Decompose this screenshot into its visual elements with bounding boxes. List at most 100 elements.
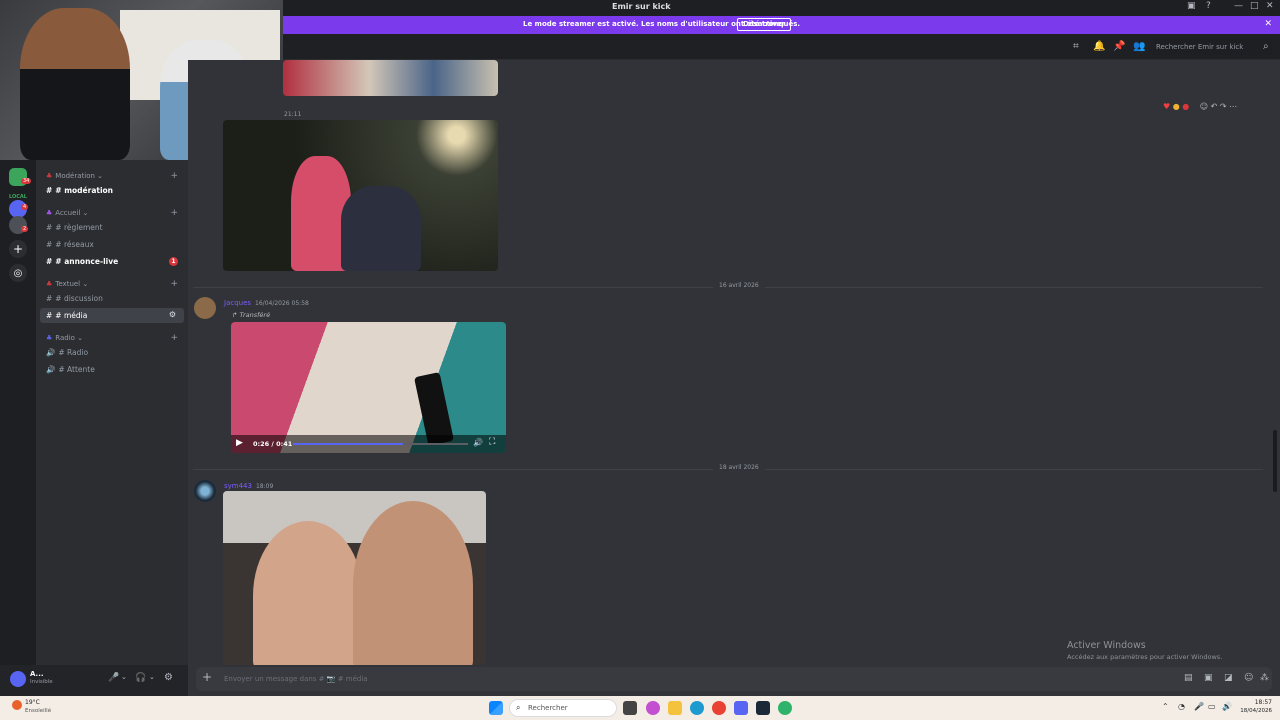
- steam-icon[interactable]: [756, 701, 770, 715]
- forwarded-label: ↱ Transféré: [232, 311, 271, 319]
- member-list-icon[interactable]: 👥: [1133, 41, 1145, 52]
- add-channel-icon[interactable]: +: [170, 171, 178, 181]
- unread-badge: 1: [169, 257, 178, 266]
- minimize-button[interactable]: —: [1234, 1, 1243, 11]
- copilot-icon[interactable]: [646, 701, 660, 715]
- help-icon[interactable]: ?: [1206, 1, 1211, 11]
- media-image-bottom[interactable]: [223, 491, 486, 665]
- channel-moderation[interactable]: # # modération: [40, 183, 184, 198]
- category-radio[interactable]: ♣ Radio ⌄: [46, 334, 83, 342]
- add-channel-icon[interactable]: +: [170, 279, 178, 289]
- attach-plus-icon[interactable]: +: [202, 670, 212, 684]
- person-in-dark: [341, 186, 421, 271]
- more-options-icon[interactable]: ⋯: [1229, 102, 1237, 111]
- headphones-icon[interactable]: 🎧: [135, 673, 146, 683]
- server-icon-active[interactable]: 34: [9, 168, 32, 186]
- message-author[interactable]: sym443 18:09: [224, 482, 273, 490]
- emoji-reaction-icon[interactable]: ●: [1173, 102, 1180, 111]
- avatar[interactable]: [194, 297, 216, 319]
- maximize-button[interactable]: □: [1250, 1, 1259, 11]
- start-icon[interactable]: [489, 701, 503, 715]
- discord-icon[interactable]: [734, 701, 748, 715]
- add-server-icon[interactable]: +: [9, 240, 27, 258]
- channel-reglement[interactable]: # # règlement: [40, 220, 184, 235]
- inbox-icon[interactable]: ▣: [1187, 1, 1196, 11]
- category-textuel[interactable]: ♣ Textuel ⌄: [46, 280, 88, 288]
- apps-icon[interactable]: ⁂: [1260, 673, 1269, 683]
- clock-time[interactable]: 18:57: [1240, 699, 1272, 706]
- channel-media[interactable]: # # média ⚙: [40, 308, 184, 323]
- media-image-top[interactable]: [283, 60, 498, 96]
- video-player[interactable]: ▶ 0:26 / 0:41 🔊 ⛶: [231, 322, 506, 453]
- channel-attente[interactable]: 🔊 # Attente: [40, 362, 184, 377]
- channel-radio[interactable]: 🔊 # Radio: [40, 345, 184, 360]
- explore-icon[interactable]: ◎: [9, 264, 27, 282]
- tray-app-icon[interactable]: ◔: [1178, 702, 1185, 711]
- emoji-icon[interactable]: ☺: [1244, 673, 1253, 683]
- threads-icon[interactable]: ⌗: [1073, 41, 1079, 52]
- play-icon[interactable]: ▶: [236, 438, 243, 448]
- add-channel-icon[interactable]: +: [170, 333, 178, 343]
- task-view-icon[interactable]: [623, 701, 637, 715]
- search-input[interactable]: Rechercher Emir sur kick: [1153, 39, 1273, 55]
- chrome-icon[interactable]: [712, 701, 726, 715]
- user-status: Invisible: [30, 679, 53, 685]
- disable-streamer-button[interactable]: Désactiver: [737, 18, 792, 31]
- message-time: 21:11: [284, 111, 302, 118]
- clock-date[interactable]: 18/04/2026: [1236, 708, 1272, 714]
- search-icon[interactable]: ⌕: [1263, 41, 1269, 52]
- file-explorer-icon[interactable]: [668, 701, 682, 715]
- date-divider: 18 avril 2026: [193, 464, 1263, 471]
- message-author[interactable]: Jacques 16/04/2026 05:58: [224, 299, 309, 307]
- category-moderation[interactable]: ♣ Modération ⌄: [46, 172, 103, 180]
- microphone-tray-icon[interactable]: 🎤: [1194, 702, 1204, 711]
- avatar[interactable]: [194, 480, 216, 502]
- reply-icon[interactable]: ↶: [1211, 102, 1218, 111]
- reaction-icon[interactable]: ●: [1182, 102, 1189, 111]
- close-banner-icon[interactable]: ✕: [1264, 19, 1272, 29]
- windows-activation-watermark: Activer Windows Accédez aux paramètres p…: [1067, 640, 1222, 661]
- chat-scrollbar[interactable]: [1273, 430, 1277, 492]
- microphone-icon[interactable]: 🎤: [108, 673, 119, 683]
- weather-icon[interactable]: [12, 700, 22, 710]
- server-icon-3[interactable]: 2: [9, 216, 29, 234]
- channel-annonce-live[interactable]: # # annonce-live 1: [40, 254, 184, 269]
- video-seek-bar[interactable]: [293, 443, 468, 445]
- gift-icon[interactable]: ▤: [1184, 673, 1193, 683]
- fullscreen-icon[interactable]: ⛶: [489, 437, 495, 447]
- close-button[interactable]: ✕: [1266, 1, 1274, 11]
- weather-temp: 19°C: [25, 699, 40, 706]
- chevron-down-icon[interactable]: ⌄: [149, 673, 155, 681]
- heart-reaction-icon[interactable]: ♥: [1163, 102, 1170, 111]
- message-input[interactable]: + Envoyer un message dans # 📷 # média ▤ …: [196, 667, 1272, 691]
- settings-gear-icon[interactable]: ⚙: [169, 310, 176, 319]
- notification-bell-icon[interactable]: 🔔: [1093, 41, 1105, 52]
- taskbar-search[interactable]: ⌕ Rechercher: [509, 699, 617, 717]
- add-reaction-icon[interactable]: ☺: [1200, 102, 1208, 111]
- channel-reseaux[interactable]: # # réseaux: [40, 237, 184, 252]
- category-accueil[interactable]: ♣ Accueil ⌄: [46, 209, 88, 217]
- edge-icon[interactable]: [690, 701, 704, 715]
- taskbar-search-label: Rechercher: [528, 704, 568, 712]
- add-channel-icon[interactable]: +: [170, 208, 178, 218]
- volume-icon[interactable]: 🔊: [1222, 702, 1232, 711]
- window-title: Emir sur kick: [612, 2, 671, 11]
- gif-icon[interactable]: ▣: [1204, 673, 1213, 683]
- avatar[interactable]: [10, 671, 26, 687]
- media-image-night[interactable]: [223, 120, 498, 271]
- settings-gear-icon[interactable]: ⚙: [164, 672, 173, 683]
- app-icon[interactable]: [778, 701, 792, 715]
- tray-chevron-icon[interactable]: ⌃: [1162, 702, 1169, 711]
- streamer-left: [20, 8, 130, 160]
- network-icon[interactable]: ▭: [1208, 702, 1216, 711]
- person-left: [253, 521, 363, 665]
- channel-discussion[interactable]: # # discussion: [40, 291, 184, 306]
- chevron-down-icon[interactable]: ⌄: [121, 673, 127, 681]
- sticker-icon[interactable]: ◪: [1224, 673, 1233, 683]
- volume-icon[interactable]: 🔊: [473, 438, 483, 447]
- date-divider: 16 avril 2026: [193, 282, 1263, 289]
- pin-icon[interactable]: 📌: [1113, 41, 1125, 52]
- date-label: 18 avril 2026: [713, 464, 765, 471]
- streamer-mode-banner: Le mode streamer est activé. Les noms d'…: [283, 16, 1280, 34]
- forward-icon[interactable]: ↷: [1220, 102, 1227, 111]
